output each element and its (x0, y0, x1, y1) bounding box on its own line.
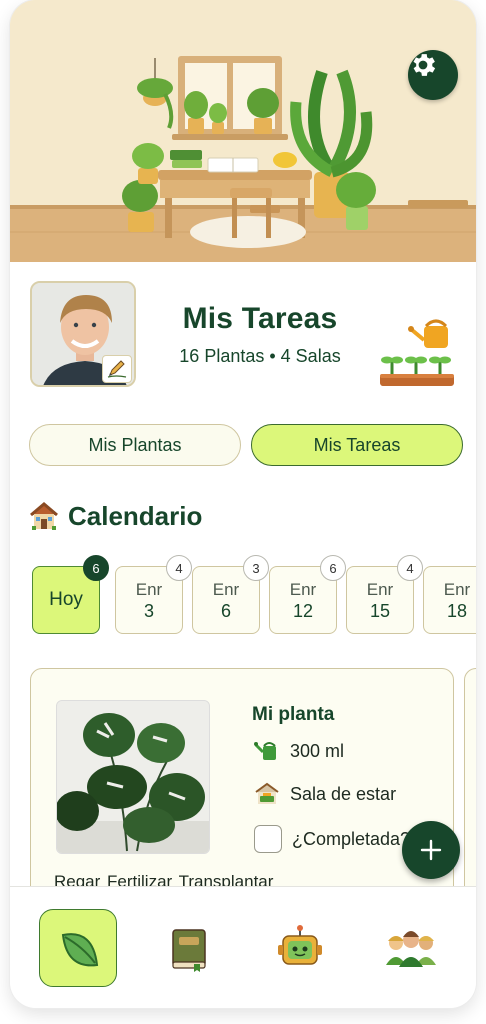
nav-community[interactable] (372, 909, 450, 987)
bottom-nav (10, 886, 476, 1008)
day-number: 12 (292, 600, 314, 621)
plus-icon (420, 839, 442, 861)
room-name: Sala de estar (290, 783, 397, 804)
completed-checkbox[interactable] (254, 825, 282, 853)
settings-button[interactable] (408, 50, 458, 100)
plant-room-illustration (10, 0, 476, 262)
add-task-button[interactable] (402, 821, 460, 879)
gear-icon (413, 54, 436, 76)
task-count-badge: 3 (243, 555, 269, 581)
tab-my-tasks[interactable]: Mis Tareas (251, 424, 463, 466)
water-amount-row: 300 ml (254, 738, 344, 764)
book-icon (172, 929, 206, 972)
living-room-icon (255, 782, 279, 804)
leaf-icon (61, 933, 99, 967)
watering-can-icon (254, 742, 276, 760)
monstera-image (57, 701, 209, 853)
edit-pencil-icon (107, 360, 127, 378)
water-amount: 300 ml (290, 740, 345, 761)
task-count-badge: 4 (166, 555, 192, 581)
task-count-badge: 6 (83, 555, 109, 581)
edit-avatar-button[interactable] (102, 355, 132, 383)
nav-guide[interactable] (150, 909, 228, 987)
day-chip[interactable]: Enr 12 6 (269, 555, 346, 634)
day-label: Hoy (49, 589, 83, 610)
day-month: Enr (135, 579, 163, 599)
plants-rooms-summary: 16 Plantas • 4 Salas (179, 346, 341, 366)
room-row: Sala de estar (254, 781, 396, 807)
house-icon (30, 502, 58, 530)
day-chip[interactable]: Enr 15 4 (346, 555, 423, 634)
task-count-badge: 4 (397, 555, 423, 581)
community-icon (386, 931, 436, 967)
tab-my-plants[interactable]: Mis Plantas (29, 424, 241, 466)
day-month: Enr (366, 579, 394, 599)
task-count-badge: 6 (320, 555, 346, 581)
watering-can-seedlings-icon (380, 319, 454, 386)
page-title: Mis Tareas (182, 302, 338, 335)
calendar-header: Calendario (28, 500, 202, 532)
avatar[interactable] (30, 281, 136, 387)
day-month: Enr (212, 579, 240, 599)
day-month: Enr (289, 579, 317, 599)
robot-icon (278, 925, 322, 965)
day-number: 15 (369, 600, 391, 621)
nav-plants[interactable] (39, 909, 117, 987)
calendar-title: Calendario (68, 500, 203, 531)
completed-label: ¿Completada? (292, 828, 411, 849)
day-chip[interactable]: Enr 6 3 (192, 555, 269, 634)
day-month: Enr (443, 579, 471, 599)
day-chip-today[interactable]: Hoy 6 (32, 555, 109, 634)
plant-name: Mi planta (252, 704, 335, 725)
hero-illustration (10, 0, 476, 262)
nav-assistant[interactable] (261, 909, 339, 987)
completed-row[interactable]: ¿Completada? (254, 825, 410, 853)
day-number: 6 (220, 600, 231, 621)
day-chip[interactable]: Enr 3 4 (115, 555, 192, 634)
day-number: 3 (143, 600, 154, 621)
plant-photo (56, 700, 210, 854)
day-chip[interactable]: Enr 18 (423, 566, 476, 634)
app-screen: Mis Tareas 16 Plantas • 4 Salas Mis Plan… (10, 0, 476, 1008)
day-number: 18 (446, 600, 468, 621)
